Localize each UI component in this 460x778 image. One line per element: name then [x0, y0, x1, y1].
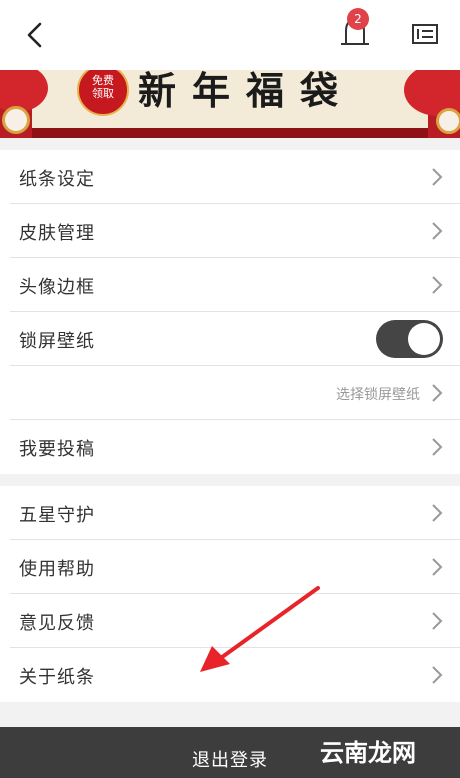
menu-item-choose-lockscreen-wallpaper[interactable]: 选择锁屏壁纸: [0, 366, 460, 420]
watermark: 云南龙网: [320, 733, 452, 767]
menu-item-label: 头像边框: [19, 277, 95, 298]
back-button[interactable]: [20, 18, 50, 52]
chevron-right-icon: [432, 384, 443, 402]
banner-panel-shadow: [32, 128, 428, 138]
menu-item-submit-contribution[interactable]: 我要投稿: [0, 420, 460, 474]
menu-item-help[interactable]: 使用帮助: [0, 540, 460, 594]
menu-item-label: 意见反馈: [19, 613, 95, 634]
choose-wallpaper-label: 选择锁屏壁纸: [336, 387, 420, 403]
stamp-text-line2: 领取: [92, 87, 114, 100]
menu-item-lockscreen-wallpaper: 锁屏壁纸: [0, 312, 460, 366]
stamp-text-line1: 免费: [92, 74, 114, 87]
settings-group-2: 五星守护 使用帮助 意见反馈 关于纸条: [0, 486, 460, 702]
chevron-right-icon: [432, 438, 443, 456]
flower-decoration: [436, 108, 460, 134]
menu-item-label: 纸条设定: [19, 169, 95, 190]
menu-item-label: 关于纸条: [19, 667, 95, 688]
chevron-left-icon: [27, 22, 42, 48]
menu-item-label: 我要投稿: [19, 439, 95, 460]
menu-item-feedback[interactable]: 意见反馈: [0, 594, 460, 648]
menu-item-label: 使用帮助: [19, 559, 95, 580]
menu-item-note-settings[interactable]: 纸条设定: [0, 150, 460, 204]
menu-item-five-star-guard[interactable]: 五星守护: [0, 486, 460, 540]
chevron-right-icon: [432, 276, 443, 294]
profile-card-button[interactable]: [410, 20, 440, 48]
chevron-right-icon: [432, 168, 443, 186]
chevron-right-icon: [432, 504, 443, 522]
chevron-right-icon: [432, 222, 443, 240]
chevron-right-icon: [432, 612, 443, 630]
menu-item-label: 锁屏壁纸: [19, 331, 95, 352]
top-bar: 2: [0, 0, 460, 70]
menu-item-label: 皮肤管理: [19, 223, 95, 244]
banner-title: 新年福袋: [138, 70, 355, 113]
menu-item-label: 五星守护: [19, 505, 95, 526]
chevron-right-icon: [432, 558, 443, 576]
menu-item-about[interactable]: 关于纸条: [0, 648, 460, 702]
watermark-text: 云南龙网: [320, 739, 416, 767]
lockscreen-wallpaper-toggle[interactable]: [376, 320, 443, 358]
notification-badge: 2: [347, 8, 369, 30]
id-card-icon: [412, 24, 438, 44]
settings-group-1: 纸条设定 皮肤管理 头像边框 锁屏壁纸 选择锁屏壁纸 我要投稿: [0, 150, 460, 474]
flower-decoration: [2, 106, 30, 134]
menu-item-skin-management[interactable]: 皮肤管理: [0, 204, 460, 258]
toggle-knob: [408, 323, 440, 355]
new-year-lucky-bag-banner[interactable]: 免费 领取 新年福袋: [0, 70, 460, 138]
chevron-right-icon: [432, 666, 443, 684]
menu-item-avatar-frame[interactable]: 头像边框: [0, 258, 460, 312]
